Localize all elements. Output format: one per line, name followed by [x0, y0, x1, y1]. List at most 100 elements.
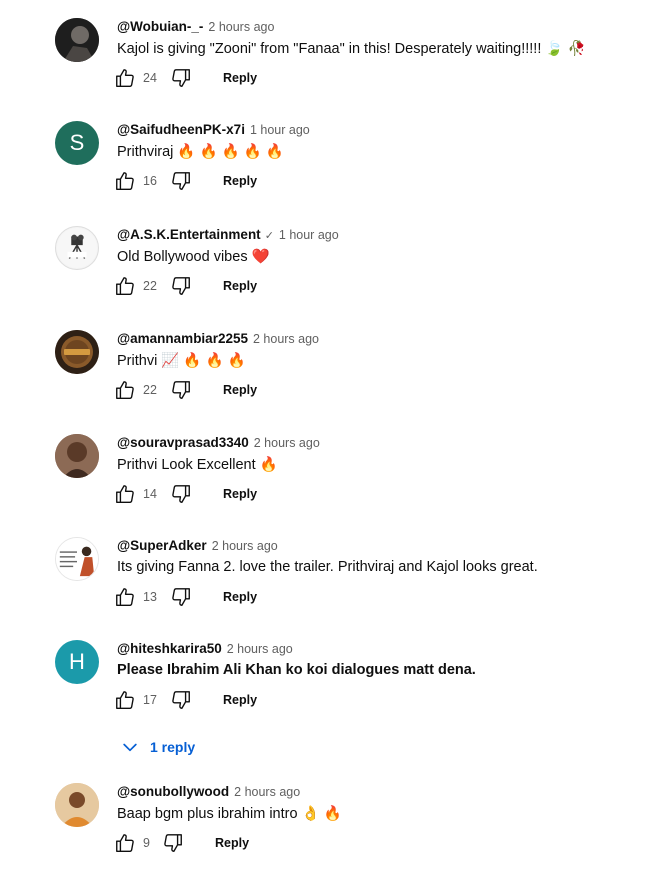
- dislike-button[interactable]: [169, 274, 193, 298]
- author-name[interactable]: @SaifudheenPK-x7i: [117, 122, 245, 137]
- avatar[interactable]: [55, 434, 99, 478]
- like-count: 16: [143, 174, 157, 188]
- avatar[interactable]: [55, 783, 99, 827]
- view-replies-button[interactable]: 1 reply: [120, 736, 195, 758]
- reply-button[interactable]: Reply: [223, 279, 257, 293]
- like-button[interactable]: [113, 378, 137, 402]
- comment-header: @souravprasad3340 2 hours ago: [117, 434, 320, 452]
- avatar[interactable]: [55, 226, 99, 270]
- comment-header: @SuperAdker 2 hours ago: [117, 537, 278, 555]
- dislike-button[interactable]: [161, 831, 185, 855]
- dislike-icon: [172, 172, 190, 190]
- like-button[interactable]: [113, 482, 137, 506]
- avatar[interactable]: S: [55, 121, 99, 165]
- author-name[interactable]: @sonubollywood: [117, 784, 229, 799]
- like-icon: [116, 277, 134, 295]
- timestamp[interactable]: 2 hours ago: [227, 642, 293, 656]
- dislike-button[interactable]: [169, 378, 193, 402]
- comment-text: Please Ibrahim Ali Khan ko koi dialogues…: [117, 662, 476, 678]
- like-icon: [116, 172, 134, 190]
- dislike-button[interactable]: [169, 66, 193, 90]
- comment-actions: 22 Reply: [113, 378, 257, 402]
- timestamp[interactable]: 2 hours ago: [208, 20, 274, 34]
- reply-button[interactable]: Reply: [215, 836, 249, 850]
- dislike-button[interactable]: [169, 585, 193, 609]
- timestamp[interactable]: 2 hours ago: [212, 539, 278, 553]
- comment-header: @Wobuian-_- 2 hours ago: [117, 18, 274, 36]
- timestamp[interactable]: 1 hour ago: [279, 228, 339, 242]
- avatar-letter: S: [69, 130, 85, 155]
- dislike-icon: [172, 691, 190, 709]
- reply-button[interactable]: Reply: [223, 590, 257, 604]
- reply-button[interactable]: Reply: [223, 487, 257, 501]
- like-count: 22: [143, 279, 157, 293]
- reply-button[interactable]: Reply: [223, 174, 257, 188]
- comment-header: @SaifudheenPK-x7i 1 hour ago: [117, 121, 310, 139]
- avatar[interactable]: H: [55, 640, 99, 684]
- author-name[interactable]: @Wobuian-_-: [117, 19, 203, 34]
- comment-header: @hiteshkarira50 2 hours ago: [117, 640, 293, 658]
- comment-text: Kajol is giving "Zooni" from "Fanaa" in …: [117, 41, 586, 57]
- avatar-image: [55, 330, 99, 374]
- author-name[interactable]: @amannambiar2255: [117, 331, 248, 346]
- avatar[interactable]: [55, 537, 99, 581]
- comment-actions: 24 Reply: [113, 66, 257, 90]
- like-icon: [116, 588, 134, 606]
- replies-count-label: 1 reply: [150, 739, 196, 755]
- like-icon: [116, 69, 134, 87]
- timestamp[interactable]: 2 hours ago: [234, 785, 300, 799]
- dislike-button[interactable]: [169, 688, 193, 712]
- dislike-icon: [164, 834, 182, 852]
- avatar-letter: H: [69, 649, 85, 674]
- avatar-image: [55, 783, 99, 827]
- like-count: 9: [143, 836, 150, 850]
- like-count: 17: [143, 693, 157, 707]
- avatar-image: [56, 227, 98, 269]
- author-name[interactable]: @SuperAdker: [117, 538, 207, 553]
- comment-text: Prithvi 📈 🔥 🔥 🔥: [117, 353, 246, 369]
- avatar-image: [55, 18, 99, 62]
- like-button[interactable]: [113, 831, 137, 855]
- author-name[interactable]: @hiteshkarira50: [117, 641, 222, 656]
- comment-actions: 16 Reply: [113, 169, 257, 193]
- comment-text: Prithvi Look Excellent 🔥: [117, 457, 278, 473]
- dislike-button[interactable]: [169, 169, 193, 193]
- comment-text: Old Bollywood vibes ❤️: [117, 249, 270, 265]
- reply-button[interactable]: Reply: [223, 693, 257, 707]
- like-icon: [116, 691, 134, 709]
- like-button[interactable]: [113, 585, 137, 609]
- avatar-image: [55, 434, 99, 478]
- dislike-button[interactable]: [169, 482, 193, 506]
- avatar-image: [56, 538, 98, 580]
- timestamp[interactable]: 2 hours ago: [253, 332, 319, 346]
- dislike-icon: [172, 381, 190, 399]
- comment-header: @sonubollywood 2 hours ago: [117, 783, 300, 801]
- comment-text: Its giving Fanna 2. love the trailer. Pr…: [117, 559, 538, 575]
- timestamp[interactable]: 1 hour ago: [250, 123, 310, 137]
- comment-text: Prithviraj 🔥 🔥 🔥 🔥 🔥: [117, 144, 284, 160]
- dislike-icon: [172, 69, 190, 87]
- comment-actions: 17 Reply: [113, 688, 257, 712]
- author-name[interactable]: @souravprasad3340: [117, 435, 249, 450]
- dislike-icon: [172, 485, 190, 503]
- author-name[interactable]: @A.S.K.Entertainment: [117, 227, 261, 242]
- like-count: 24: [143, 71, 157, 85]
- dislike-icon: [172, 588, 190, 606]
- like-button[interactable]: [113, 274, 137, 298]
- like-button[interactable]: [113, 66, 137, 90]
- like-button[interactable]: [113, 688, 137, 712]
- like-count: 22: [143, 383, 157, 397]
- like-icon: [116, 485, 134, 503]
- like-count: 14: [143, 487, 157, 501]
- reply-button[interactable]: Reply: [223, 383, 257, 397]
- timestamp[interactable]: 2 hours ago: [254, 436, 320, 450]
- like-button[interactable]: [113, 169, 137, 193]
- comment-text: Baap bgm plus ibrahim intro 👌 🔥: [117, 806, 342, 822]
- chevron-down-icon: [123, 743, 137, 752]
- avatar[interactable]: [55, 18, 99, 62]
- avatar[interactable]: [55, 330, 99, 374]
- comment-actions: 9 Reply: [113, 831, 249, 855]
- comment-actions: 22 Reply: [113, 274, 257, 298]
- verified-check-icon: ✓: [264, 230, 274, 242]
- reply-button[interactable]: Reply: [223, 71, 257, 85]
